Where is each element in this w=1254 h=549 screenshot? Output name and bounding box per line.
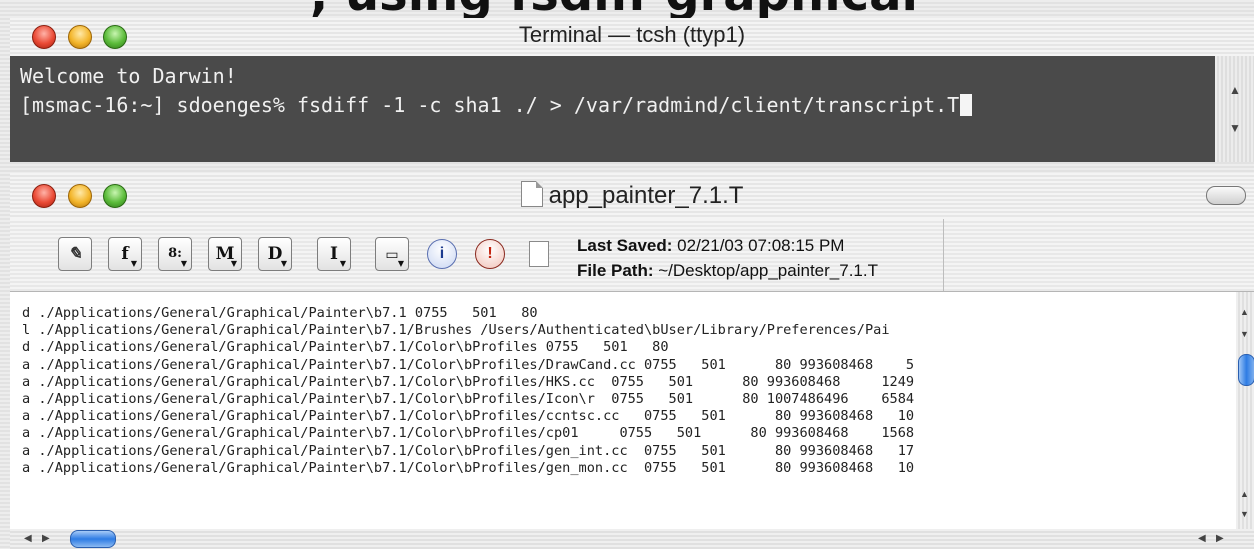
document-icon <box>520 181 543 207</box>
list-item[interactable]: d ./Applications/General/Graphical/Paint… <box>22 339 1236 356</box>
scroll-right-arrow-icon[interactable]: ▶ <box>42 533 50 545</box>
s-menu-button[interactable]: 8: ▼ <box>158 237 192 271</box>
list-item[interactable]: a ./Applications/General/Graphical/Paint… <box>22 357 1236 374</box>
scroll-down-arrow-icon[interactable]: ▼ <box>1240 508 1249 520</box>
info-icon: i <box>439 245 445 262</box>
toolbar-toggle-button[interactable] <box>1206 186 1246 205</box>
list-item[interactable]: a ./Applications/General/Graphical/Paint… <box>22 425 1236 442</box>
divider <box>943 219 944 291</box>
terminal-output[interactable]: Welcome to Darwin! [msmac-16:~] sdoenges… <box>10 56 1215 162</box>
list-item[interactable]: a ./Applications/General/Graphical/Paint… <box>22 443 1236 460</box>
scroll-down-arrow-icon[interactable]: ▼ <box>1229 122 1241 134</box>
scroll-up-arrow-icon[interactable]: ▲ <box>1240 306 1249 318</box>
pencil-icon: ✎ <box>67 244 83 264</box>
terminal-title: Terminal — tcsh (ttyp1) <box>518 22 746 47</box>
file-path-label: File Path: <box>577 261 654 280</box>
terminal-scrollbar[interactable]: ▲ ▼ <box>1215 56 1254 162</box>
f-menu-button[interactable]: f ▼ <box>108 237 142 271</box>
document-icon <box>529 241 549 267</box>
chevron-down-icon: ▼ <box>339 258 346 268</box>
scroll-right-arrow-icon[interactable]: ▶ <box>1216 533 1224 545</box>
vertical-scrollbar[interactable]: ▲ ▼ ▲ ▼ <box>1236 292 1254 529</box>
chevron-down-icon: ▼ <box>280 258 287 268</box>
terminal-prompt-line: [msmac-16:~] sdoenges% fsdiff -1 -c sha1… <box>20 93 960 117</box>
transcript-list[interactable]: d ./Applications/General/Graphical/Paint… <box>10 292 1236 529</box>
i-menu-button[interactable]: I ▼ <box>317 237 351 271</box>
info-button[interactable]: i <box>427 239 457 269</box>
stop-icon: ! <box>487 245 493 262</box>
chevron-down-icon: ▼ <box>130 258 137 268</box>
chevron-down-icon: ▼ <box>230 258 237 268</box>
scroll-up-arrow-icon[interactable]: ▲ <box>1229 84 1241 96</box>
horizontal-scroll-thumb[interactable] <box>70 530 116 548</box>
vertical-scroll-thumb[interactable] <box>1238 354 1254 386</box>
list-item[interactable]: l ./Applications/General/Graphical/Paint… <box>22 322 1236 339</box>
folder-menu-button[interactable]: ▭ ▼ <box>375 237 409 271</box>
list-item[interactable]: a ./Applications/General/Graphical/Paint… <box>22 460 1236 477</box>
last-saved-label: Last Saved: <box>577 236 673 255</box>
stop-button[interactable]: ! <box>475 239 505 269</box>
list-item[interactable]: a ./Applications/General/Graphical/Paint… <box>22 408 1236 425</box>
list-item[interactable]: d ./Applications/General/Graphical/Paint… <box>22 305 1236 322</box>
scroll-up-arrow-icon[interactable]: ▲ <box>1240 488 1249 500</box>
d-menu-button[interactable]: D ▼ <box>258 237 292 271</box>
m-menu-button[interactable]: M ▼ <box>208 237 242 271</box>
terminal-line: Welcome to Darwin! <box>20 64 237 88</box>
transcript-title-bar[interactable]: app_painter_7.1.T <box>10 173 1254 219</box>
terminal-title-bar[interactable]: Terminal — tcsh (ttyp1) <box>10 18 1254 57</box>
file-info: Last Saved: 02/21/03 07:08:15 PM File Pa… <box>577 233 878 283</box>
chevron-down-icon: ▼ <box>397 258 404 268</box>
list-item[interactable]: a ./Applications/General/Graphical/Paint… <box>22 391 1236 408</box>
pencil-button[interactable]: ✎ <box>58 237 92 271</box>
last-saved-value: 02/21/03 07:08:15 PM <box>677 236 845 255</box>
chevron-down-icon: ▼ <box>180 258 187 268</box>
scroll-left-arrow-icon[interactable]: ◀ <box>1198 533 1206 545</box>
horizontal-scrollbar[interactable]: ◀ ▶ ◀ ▶ <box>10 529 1254 549</box>
scroll-down-arrow-icon[interactable]: ▼ <box>1240 328 1249 340</box>
scroll-left-arrow-icon[interactable]: ◀ <box>24 533 32 545</box>
file-path-value: ~/Desktop/app_painter_7.1.T <box>658 261 878 280</box>
toolbar: ✎ f ▼ 8: ▼ M ▼ D ▼ I ▼ ▭ ▼ i ! Last Saved: 02/… <box>10 219 1254 292</box>
text-cursor <box>960 94 973 116</box>
window-title: app_painter_7.1.T <box>548 182 744 209</box>
list-item[interactable]: a ./Applications/General/Graphical/Paint… <box>22 374 1236 391</box>
transcript-window: app_painter_7.1.T ✎ f ▼ 8: ▼ M ▼ D ▼ I ▼ ▭ ▼ i… <box>10 173 1254 549</box>
terminal-window: Terminal — tcsh (ttyp1) Welcome to Darwi… <box>10 18 1254 162</box>
folder-icon: ▭ <box>385 247 399 263</box>
